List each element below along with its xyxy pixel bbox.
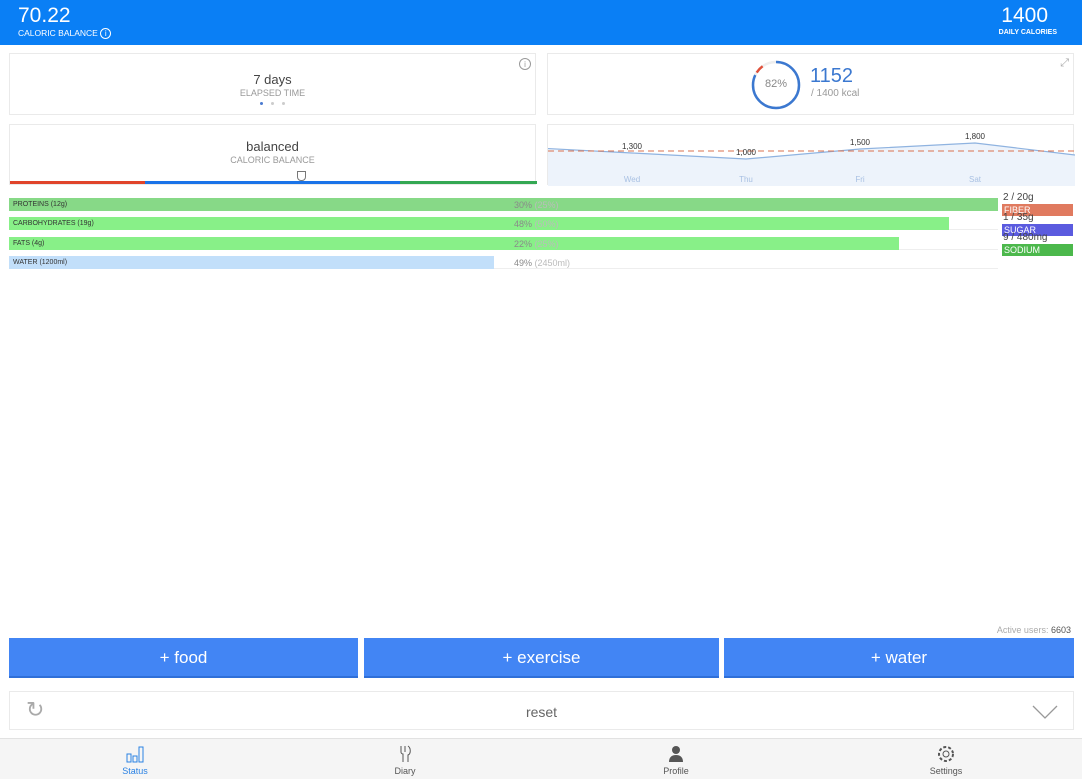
tab-diary-label: Diary — [394, 766, 416, 776]
add-exercise-button[interactable]: + exercise — [364, 638, 719, 678]
micro-value: 9 / 480mg — [1003, 232, 1048, 243]
expand-icon[interactable]: ⤢ — [1060, 57, 1069, 70]
daily-calories-label: DAILY CALORIES — [998, 29, 1057, 36]
intake-consumed: 1152 — [810, 65, 854, 87]
caloric-balance-value: 70.22 — [18, 4, 71, 27]
macro-percent: 22% (25%) — [514, 239, 559, 249]
macro-label: CARBOHYDRATES (19g) — [13, 220, 94, 227]
scale-surplus — [400, 181, 537, 184]
x-tick-label: Thu — [739, 175, 753, 184]
macro-label: PROTEINS (12g) — [13, 201, 68, 208]
macro-bar-fill — [9, 198, 998, 211]
macro-bar-fill — [9, 256, 494, 269]
balance-status: balanced — [246, 139, 299, 154]
tab-profile-label: Profile — [663, 766, 689, 776]
caloric-balance-label: CALORIC BALANCE i — [18, 28, 112, 40]
macro-row: WATER (1200ml) 49% (2450ml) — [9, 256, 998, 269]
x-tick-label: Fri — [855, 175, 865, 184]
macro-actual: 49% — [514, 258, 533, 268]
data-label: 1,800 — [965, 132, 986, 141]
intake-percent: 82% — [764, 78, 788, 90]
calorie-intake-card: 82% 1152 / 1400 kcal ⤢ — [547, 53, 1074, 115]
micro-label: SODIUM — [1002, 244, 1073, 256]
elapsed-time-label: ELAPSED TIME — [239, 88, 306, 98]
x-tick-label: Sat — [969, 175, 982, 184]
scale-balanced — [145, 181, 400, 184]
page-dot-active[interactable] — [260, 102, 263, 105]
add-water-button[interactable]: + water — [724, 638, 1074, 678]
macro-bar-fill — [9, 237, 900, 250]
macro-actual: 30% — [514, 200, 533, 210]
macro-percent: 48% (50%) — [514, 219, 559, 229]
fork-knife-icon — [400, 745, 411, 762]
caloric-balance-card: balanced CALORIC BALANCE — [9, 124, 537, 185]
page-dot[interactable] — [282, 102, 285, 105]
elapsed-time-card[interactable]: i 7 days ELAPSED TIME — [9, 53, 536, 115]
macro-percent: 30% (25%) — [514, 200, 559, 210]
reset-button[interactable]: reset — [10, 704, 1073, 720]
tab-status-label: Status — [122, 766, 148, 776]
micro-value: 2 / 20g — [1003, 192, 1034, 203]
tab-settings[interactable]: Settings — [886, 739, 1006, 776]
active-users-label: Active users: — [996, 625, 1049, 635]
bar-chart-icon — [126, 746, 144, 763]
active-users-count: 6603 — [1050, 625, 1071, 635]
chart-svg: 1,300 Wed 1,000 Thu 1,500 Fri 1,800 Sat — [548, 132, 1075, 186]
intake-goal: / 1400 kcal — [811, 88, 860, 99]
info-icon[interactable]: i — [100, 28, 112, 40]
macro-target: (25%) — [534, 200, 559, 210]
macro-percent: 49% (2450ml) — [514, 258, 570, 268]
chevron-down-icon[interactable] — [1032, 705, 1058, 719]
macro-row: PROTEINS (12g) 30% (25%) — [9, 198, 998, 211]
macro-actual: 48% — [514, 219, 533, 229]
macro-target: (50%) — [534, 219, 559, 229]
info-icon[interactable]: i — [519, 58, 531, 70]
elapsed-time-value: 7 days — [253, 72, 292, 87]
reset-bar[interactable]: ↻ reset — [9, 691, 1074, 730]
page-dots[interactable] — [10, 102, 535, 105]
page-dot[interactable] — [271, 102, 274, 105]
data-label: 1,300 — [622, 142, 643, 151]
tab-settings-label: Settings — [929, 766, 963, 776]
x-tick-label: Wed — [624, 175, 640, 184]
balance-label: CALORIC BALANCE — [230, 155, 315, 165]
balance-marker-icon — [297, 171, 306, 181]
micro-value: 1 / 35g — [1003, 212, 1034, 223]
scale-deficit — [10, 181, 145, 184]
data-label: 1,500 — [850, 138, 871, 147]
gear-icon — [938, 746, 954, 762]
macro-target: (2450ml) — [534, 258, 571, 268]
macro-row: CARBOHYDRATES (19g) 48% (50%) — [9, 217, 998, 230]
add-food-button[interactable]: + food — [9, 638, 358, 678]
caloric-balance-label-text: CALORIC BALANCE — [18, 28, 98, 38]
tab-profile[interactable]: Profile — [616, 739, 736, 776]
macro-label: FATS (4g) — [13, 240, 45, 247]
macro-target: (25%) — [534, 239, 559, 249]
active-users: Active users: 6603 — [997, 625, 1071, 635]
tab-status[interactable]: Status — [75, 739, 195, 776]
macro-label: WATER (1200ml) — [13, 259, 68, 266]
header-bar: 70.22 CALORIC BALANCE i 1400 DAILY CALOR… — [0, 0, 1082, 45]
macro-row: FATS (4g) 22% (25%) — [9, 237, 998, 250]
person-icon — [669, 746, 683, 762]
weekly-calorie-chart: 1,300 Wed 1,000 Thu 1,500 Fri 1,800 Sat — [547, 124, 1075, 186]
tab-diary[interactable]: Diary — [345, 739, 465, 776]
macro-actual: 22% — [514, 239, 533, 249]
data-label: 1,000 — [736, 148, 757, 157]
macro-bar-fill — [9, 217, 949, 230]
daily-calories-value: 1400 — [1001, 4, 1048, 27]
tab-bar: Status Diary Profile Settings — [0, 738, 1082, 779]
